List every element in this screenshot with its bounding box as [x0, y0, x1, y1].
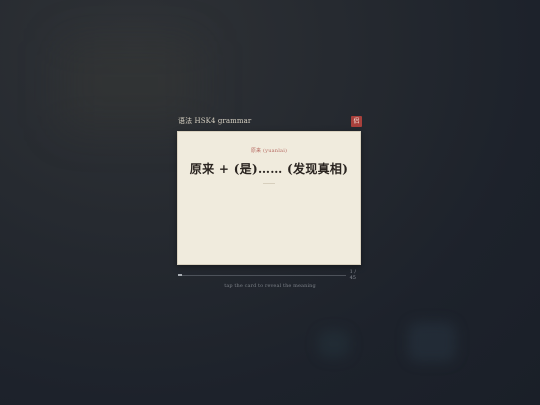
progress-row: 1 / 45 [178, 269, 364, 281]
card-pinyin: 原来 (yuanlai) [250, 148, 288, 154]
deck-badge-button[interactable]: 侣 [351, 115, 362, 127]
progress-fill [178, 274, 182, 276]
progress-label: 1 / 45 [349, 269, 357, 281]
background-blur-shape [318, 330, 350, 358]
flashcard[interactable]: 原来 (yuanlai) 原来 + (是)…… (发现真相) [177, 131, 361, 265]
card-headline: 原来 + (是)…… (发现真相) [189, 162, 349, 176]
deck-header: 语法 HSK4 grammar 侣 [176, 114, 364, 128]
deck-title: 语法 HSK4 grammar [178, 117, 252, 125]
hint-text: tap the card to reveal the meaning [224, 283, 316, 289]
progress-track [178, 274, 346, 276]
card-divider [263, 183, 275, 184]
flashcard-deck: 语法 HSK4 grammar 侣 原来 (yuanlai) 原来 + (是)…… [176, 114, 364, 281]
background-blur-shape [408, 322, 456, 362]
